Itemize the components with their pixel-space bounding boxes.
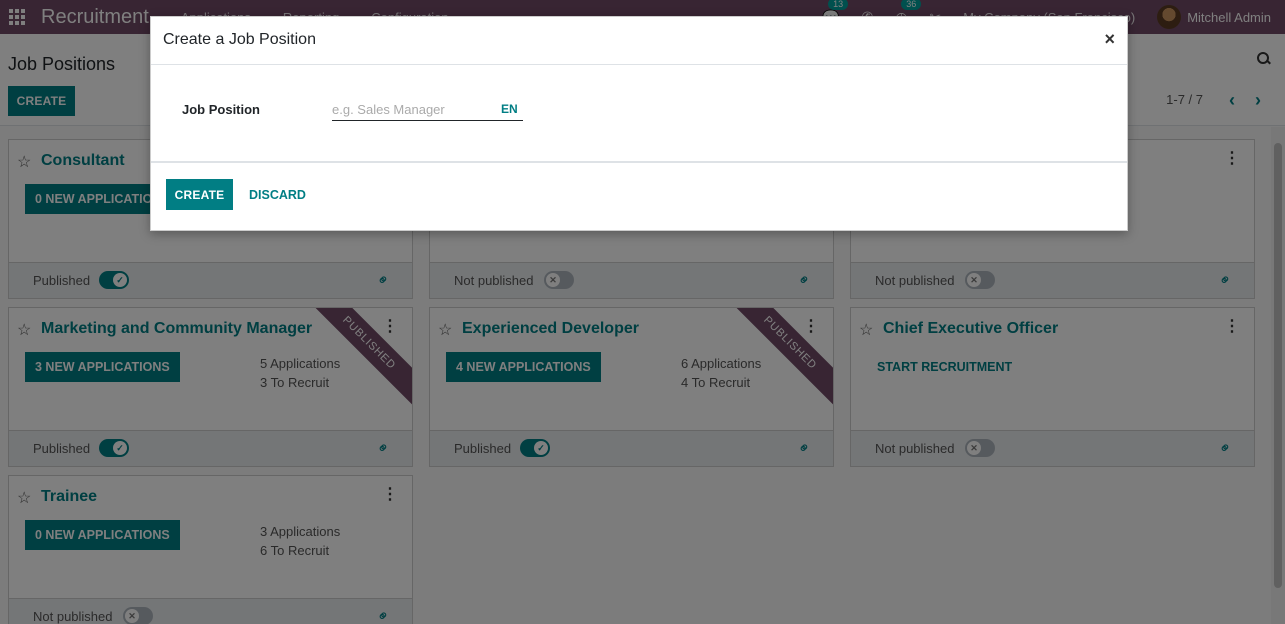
language-button[interactable]: EN — [501, 102, 518, 116]
discard-button[interactable]: DISCARD — [249, 188, 306, 202]
modal-body: Job Position EN — [151, 65, 1127, 163]
job-position-label: Job Position — [182, 102, 260, 117]
modal-footer: CREATE DISCARD — [151, 163, 1127, 232]
create-job-dialog: Create a Job Position × Job Position EN … — [150, 16, 1128, 231]
modal-title: Create a Job Position — [163, 31, 316, 48]
job-position-input[interactable] — [332, 99, 523, 121]
close-icon[interactable]: × — [1104, 29, 1115, 50]
modal-create-button[interactable]: CREATE — [166, 179, 233, 210]
modal-header: Create a Job Position × — [151, 17, 1127, 65]
